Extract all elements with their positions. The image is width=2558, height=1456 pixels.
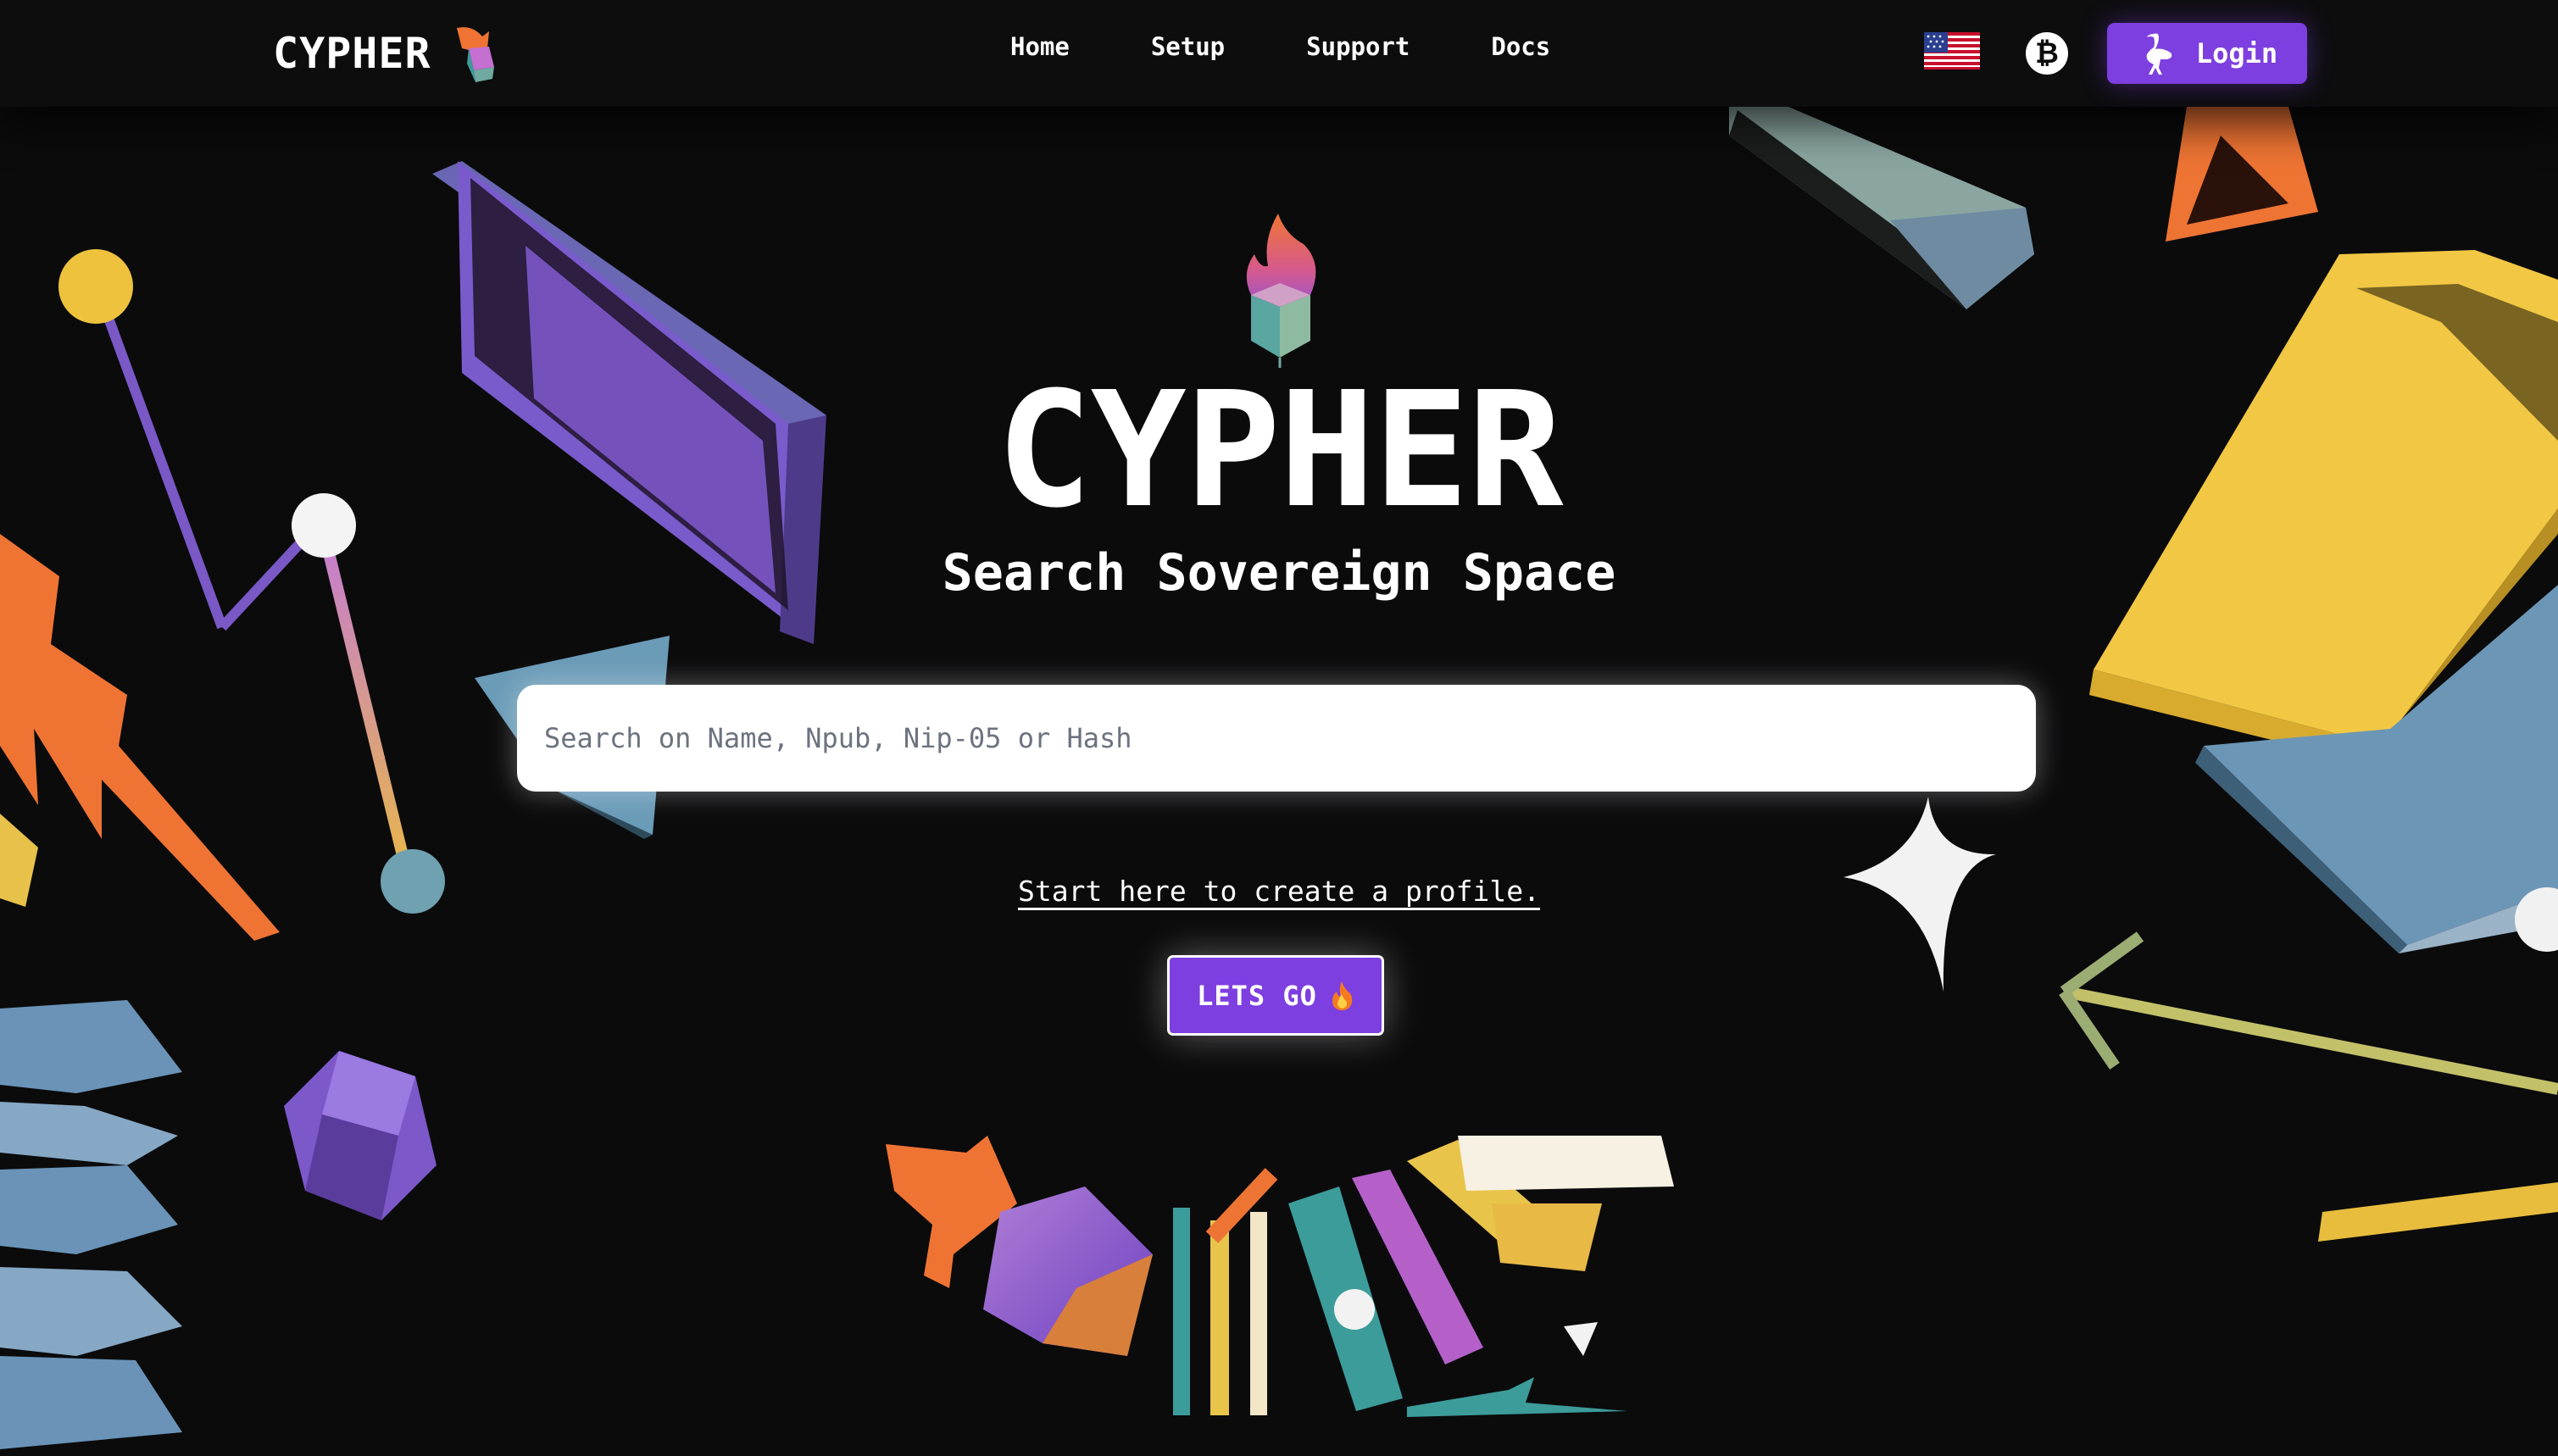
nav-docs[interactable]: Docs bbox=[1491, 32, 1550, 61]
ostrich-icon bbox=[2146, 33, 2172, 75]
page: CYPHER Home Setup Support Docs ₿ Login C… bbox=[0, 0, 2558, 1456]
hero-subtitle: Search Sovereign Space bbox=[942, 543, 1616, 603]
lets-go-button[interactable]: LETS GO bbox=[1167, 955, 1384, 1036]
top-navigation-bar: CYPHER Home Setup Support Docs ₿ Login bbox=[0, 0, 2558, 107]
hero-title: CYPHER bbox=[996, 358, 1563, 543]
object-pile-illustration bbox=[886, 1136, 1674, 1417]
orange-triangle-shape bbox=[2166, 107, 2318, 242]
login-button[interactable]: Login bbox=[2107, 23, 2307, 84]
teal-beam-shape bbox=[1729, 107, 2034, 309]
create-profile-link[interactable]: Start here to create a profile. bbox=[1018, 875, 1540, 908]
purple-cube-shape bbox=[284, 1051, 437, 1220]
search-box bbox=[517, 685, 2036, 792]
brand-logo[interactable]: CYPHER bbox=[273, 15, 504, 92]
nav-setup[interactable]: Setup bbox=[1151, 32, 1225, 61]
nav-support[interactable]: Support bbox=[1306, 32, 1410, 61]
yellow-bar-shape bbox=[2318, 1182, 2558, 1242]
create-profile-link-row: Start here to create a profile. bbox=[0, 875, 2558, 908]
cypher-flame-cube-icon bbox=[1246, 214, 1316, 368]
nav-home[interactable]: Home bbox=[1010, 32, 1070, 61]
lets-go-label: LETS GO bbox=[1197, 979, 1317, 1012]
cypher-logo-icon bbox=[456, 27, 494, 82]
brand-name: CYPHER bbox=[273, 29, 431, 78]
fire-icon bbox=[1332, 981, 1353, 1010]
us-flag-icon[interactable] bbox=[1924, 32, 1980, 69]
blue-stack-shape bbox=[0, 1000, 182, 1449]
login-label: Login bbox=[2195, 37, 2278, 69]
arrow-shape bbox=[2059, 931, 2558, 1095]
search-input[interactable] bbox=[517, 685, 2036, 792]
bitcoin-icon[interactable]: ₿ bbox=[2026, 32, 2068, 75]
main-nav: Home Setup Support Docs bbox=[1010, 32, 1550, 61]
